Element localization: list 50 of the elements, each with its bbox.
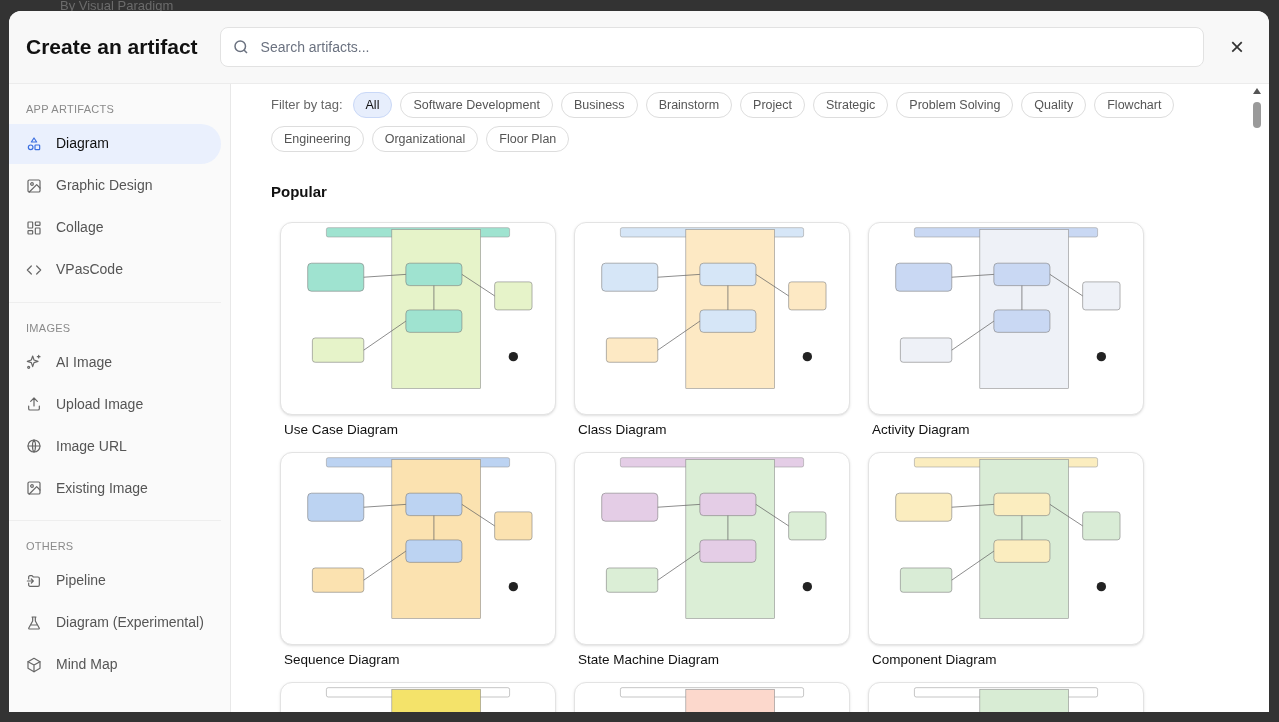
card-title: Use Case Diagram <box>283 420 400 439</box>
image-icon <box>26 177 42 194</box>
dialog-title: Create an artifact <box>26 34 198 61</box>
search-icon <box>231 38 250 56</box>
close-button[interactable]: × <box>1222 32 1252 62</box>
tag-chip[interactable]: Quality <box>1021 92 1087 118</box>
card-title: State Machine Diagram <box>577 650 721 669</box>
card-title: Component Diagram <box>871 650 998 669</box>
sparkle-icon <box>26 354 42 370</box>
sidebar-item[interactable]: AI Image <box>9 342 221 382</box>
filter-label: Filter by tag: <box>271 96 343 115</box>
globe-icon <box>26 438 42 454</box>
tag-chip[interactable]: Business <box>560 92 638 118</box>
section-heading: IMAGES <box>25 320 72 336</box>
scrollbar[interactable] <box>1253 102 1261 128</box>
tag-chip[interactable]: Engineering <box>271 126 364 152</box>
sidebar-item[interactable]: Existing Image <box>9 468 221 508</box>
upload-icon <box>26 396 42 412</box>
tag-chip[interactable]: Organizational <box>371 126 479 152</box>
tag-chip[interactable]: Brainstorm <box>645 92 733 118</box>
sidebar-item[interactable]: Diagram <box>9 123 221 164</box>
scroll-up-icon[interactable] <box>1253 88 1261 94</box>
tag-chip[interactable]: Software Development <box>400 92 553 118</box>
sidebar-item[interactable]: Mind Map <box>9 644 221 685</box>
card-title: Activity Diagram <box>871 420 971 439</box>
tag-chip[interactable]: All <box>352 92 393 118</box>
tag-chip[interactable]: Problem Solving <box>896 92 1014 118</box>
sidebar-item[interactable]: Pipeline <box>9 560 221 601</box>
sidebar-item[interactable]: Graphic Design <box>9 165 221 206</box>
tag-chip[interactable]: Flowchart <box>1094 92 1175 118</box>
sidebar-item[interactable]: Diagram (Experimental) <box>9 602 221 643</box>
section-heading: OTHERS <box>25 539 75 554</box>
sidebar-item[interactable]: Image URL <box>9 426 221 466</box>
section-title: Popular <box>271 182 328 202</box>
card-title: Class Diagram <box>577 420 668 439</box>
tag-chip[interactable]: Strategic <box>812 92 889 118</box>
flask-icon <box>26 614 42 631</box>
tag-chip[interactable]: Project <box>740 92 805 118</box>
sidebar-item[interactable]: Upload Image <box>9 384 221 424</box>
shapes-icon <box>26 135 42 152</box>
cube-icon <box>26 656 42 673</box>
sidebar-item[interactable]: Collage <box>9 207 221 248</box>
tag-chip[interactable]: Floor Plan <box>486 126 570 152</box>
search-field[interactable]: Search artifacts... <box>219 27 1204 67</box>
section-heading: APP ARTIFACTS <box>25 102 116 117</box>
sidebar-item[interactable]: VPasCode <box>9 249 221 290</box>
image-icon <box>26 480 42 496</box>
card-title: Sequence Diagram <box>283 650 401 669</box>
folder-arrow-icon <box>26 572 42 589</box>
grid-icon <box>26 219 42 236</box>
